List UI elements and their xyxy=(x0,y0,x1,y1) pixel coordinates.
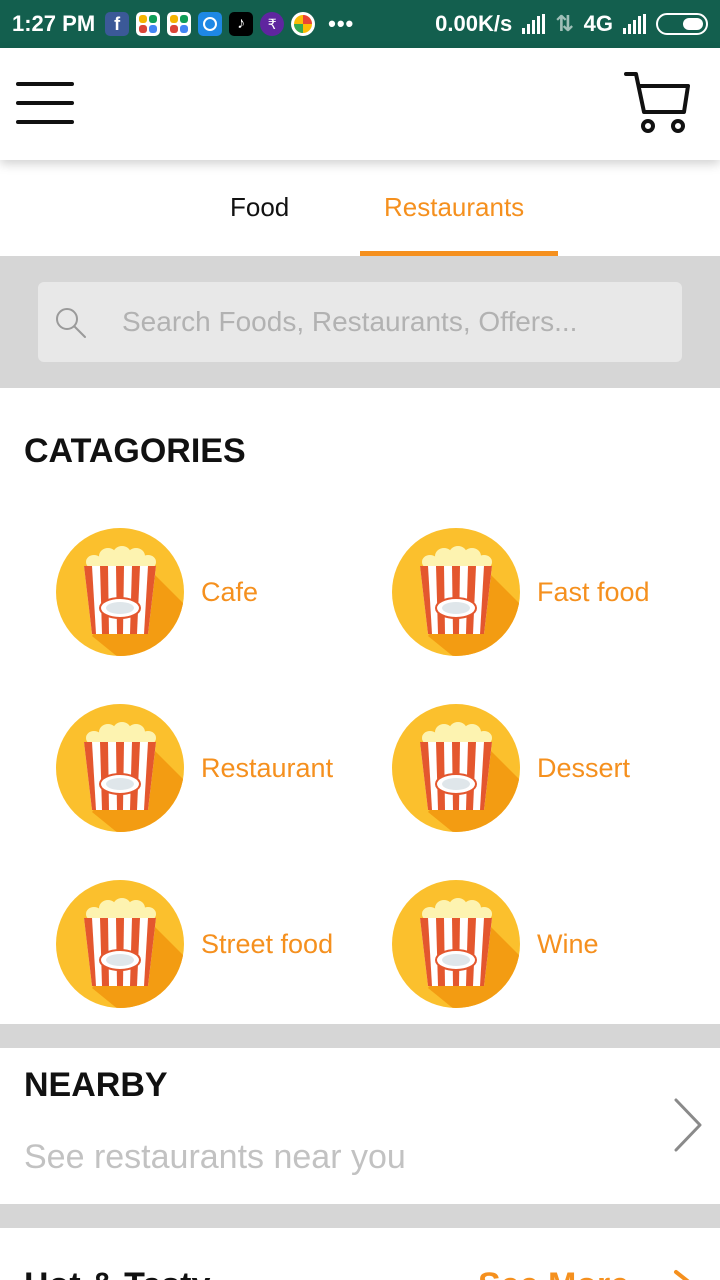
tab-bar: Food Restaurants xyxy=(0,160,720,256)
category-label: Fast food xyxy=(537,576,650,607)
chevron-right-icon[interactable] xyxy=(672,1096,704,1154)
category-label: Restaurant xyxy=(201,752,334,783)
category-fast-food[interactable]: Fast food xyxy=(392,528,712,656)
notification-icons: f ♪ ₹ ••• xyxy=(105,11,354,37)
shopping-cart-icon[interactable] xyxy=(624,70,690,136)
search-icon xyxy=(56,308,86,338)
category-label: Street food xyxy=(201,928,334,959)
categories-title: CATAGORIES xyxy=(24,432,246,470)
popcorn-icon xyxy=(392,704,520,832)
popcorn-icon xyxy=(56,528,184,656)
category-cafe[interactable]: Cafe xyxy=(56,528,376,656)
more-notifications-icon: ••• xyxy=(328,11,355,36)
categories-section: CATAGORIES Cafe Fast food Restaurant Des… xyxy=(0,388,720,1024)
phonepe-icon: ₹ xyxy=(260,12,285,36)
hot-tasty-section: Hot & Tasty See More xyxy=(0,1228,720,1280)
tab-restaurants[interactable]: Restaurants xyxy=(384,192,524,223)
battery-icon xyxy=(656,13,708,35)
search-section xyxy=(0,256,720,388)
nearby-section[interactable]: NEARBY See restaurants near you xyxy=(0,1048,720,1204)
nearby-subtitle: See restaurants near you xyxy=(24,1138,406,1176)
popcorn-icon xyxy=(392,880,520,1008)
photos-icon xyxy=(291,12,316,36)
signal-icon xyxy=(623,14,646,34)
category-wine[interactable]: Wine xyxy=(392,880,712,1008)
tiktok-icon: ♪ xyxy=(229,12,254,36)
app-header xyxy=(0,48,720,160)
section-divider xyxy=(0,1024,720,1048)
category-label: Cafe xyxy=(201,576,259,607)
popcorn-icon xyxy=(56,880,184,1008)
category-restaurant[interactable]: Restaurant xyxy=(56,704,376,832)
share-icon xyxy=(198,12,223,36)
data-transfer-icon: ⇅ xyxy=(555,11,574,36)
search-box[interactable] xyxy=(38,282,682,362)
network-type: 4G xyxy=(583,11,613,36)
status-time: 1:27 PM xyxy=(12,11,96,36)
status-bar: 1:27 PM f ♪ ₹ ••• 0.00K/s ⇅ 4G xyxy=(0,0,720,48)
section-divider xyxy=(0,1204,720,1228)
chevron-right-icon[interactable] xyxy=(672,1268,694,1280)
net-speed: 0.00K/s xyxy=(435,11,513,36)
category-dessert[interactable]: Dessert xyxy=(392,704,712,832)
category-street-food[interactable]: Street food xyxy=(56,880,376,1008)
hamburger-menu-icon[interactable] xyxy=(16,82,74,124)
popcorn-icon xyxy=(392,528,520,656)
app-grid-icon xyxy=(136,12,161,36)
tab-food[interactable]: Food xyxy=(230,192,289,223)
status-right: 0.00K/s ⇅ 4G xyxy=(435,11,708,37)
see-more-link[interactable]: See More xyxy=(478,1266,629,1280)
facebook-icon: f xyxy=(105,12,130,36)
hot-tasty-title: Hot & Tasty xyxy=(24,1266,210,1280)
category-label: Wine xyxy=(537,928,599,959)
search-input[interactable] xyxy=(122,282,662,362)
app-grid-icon xyxy=(167,12,192,36)
category-label: Dessert xyxy=(537,752,631,783)
popcorn-icon xyxy=(56,704,184,832)
signal-icon xyxy=(522,14,546,34)
nearby-title: NEARBY xyxy=(24,1066,168,1104)
